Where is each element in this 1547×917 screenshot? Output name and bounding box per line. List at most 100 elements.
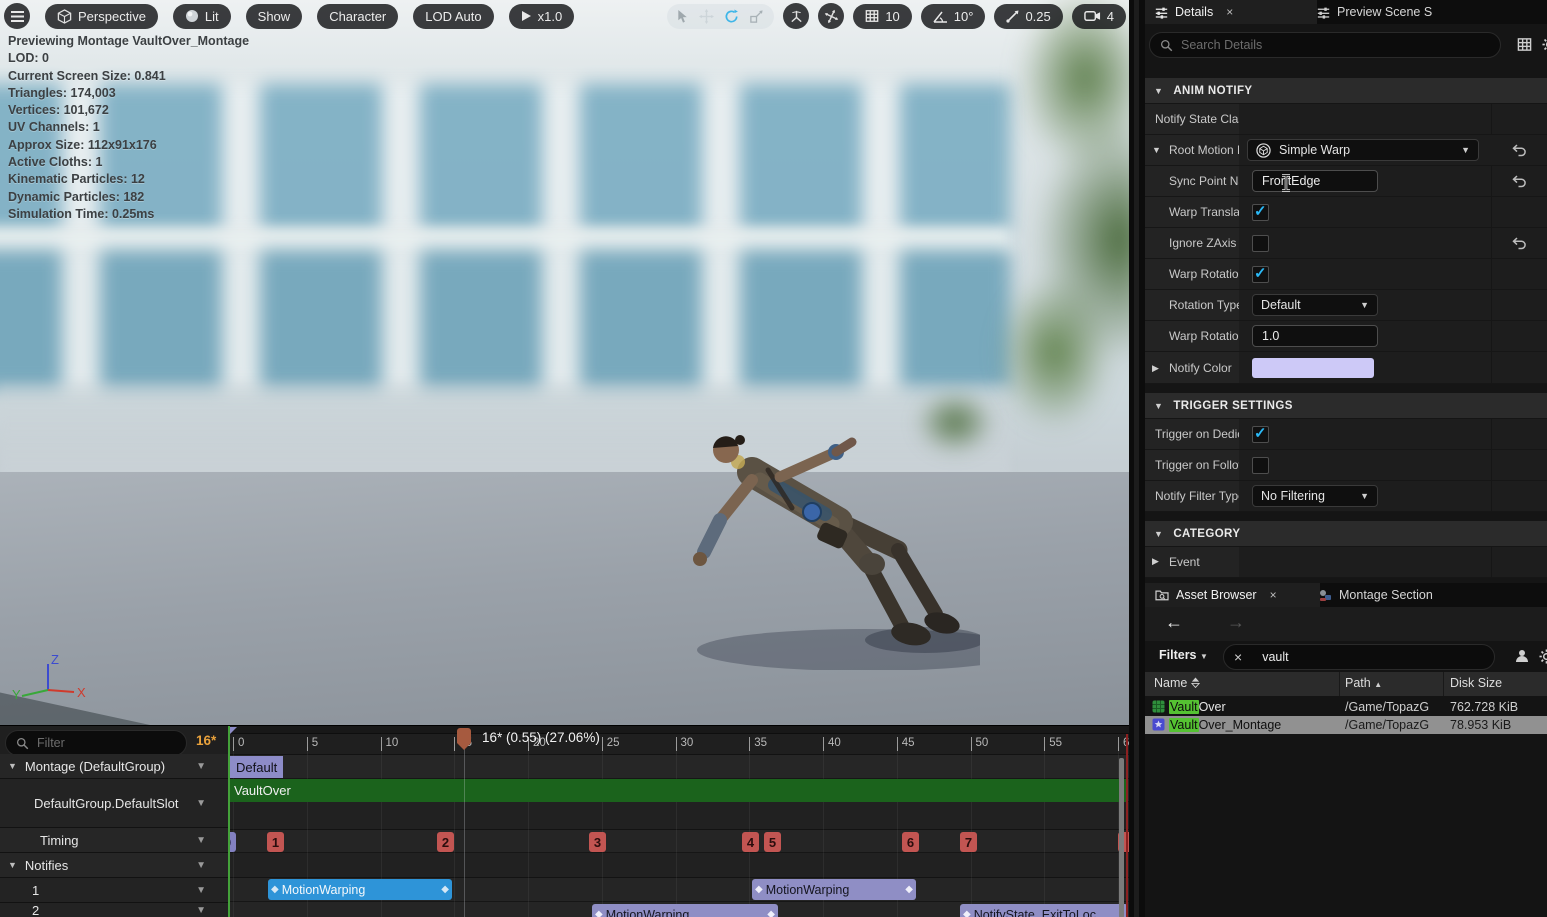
timeline-ruler[interactable]: 051015202530354045505560 bbox=[228, 734, 1129, 755]
timing-marker-7[interactable]: 7 bbox=[960, 832, 977, 852]
playhead-line bbox=[464, 734, 465, 917]
column-header-path[interactable]: Path ▲ bbox=[1345, 676, 1382, 690]
tab-montage-section[interactable]: Montage Section bbox=[1308, 583, 1488, 607]
notify-state-class-value[interactable] bbox=[1239, 104, 1492, 134]
viewport-canvas[interactable]: Previewing Montage VaultOver_Montage LOD… bbox=[0, 0, 1129, 725]
move-tool-icon[interactable] bbox=[699, 9, 714, 24]
dropdown-caret-icon[interactable]: ▼ bbox=[196, 905, 206, 916]
lit-dropdown[interactable]: Lit bbox=[173, 4, 231, 29]
timeline-scrollbar[interactable] bbox=[1119, 758, 1124, 917]
dropdown-caret-icon[interactable]: ▼ bbox=[196, 761, 206, 772]
reset-root-motion-button[interactable] bbox=[1512, 144, 1527, 157]
scale-tool-icon[interactable] bbox=[749, 9, 764, 24]
track-montage-group[interactable]: ▼ Montage (DefaultGroup)▼ bbox=[0, 754, 228, 779]
panel-divider[interactable] bbox=[1129, 0, 1145, 917]
chevron-down-icon[interactable]: ▼ bbox=[8, 860, 17, 870]
diamond-handle-icon[interactable]: ◆ bbox=[441, 884, 449, 895]
grid-snap-button[interactable]: 10 bbox=[853, 4, 911, 29]
track-default-slot[interactable]: DefaultGroup.DefaultSlot▼ bbox=[0, 779, 228, 828]
notify-motion-warping-purple-1[interactable]: ◆ MotionWarping ◆ bbox=[752, 879, 916, 900]
warp-rotation-multiplier-field[interactable]: 1.0 bbox=[1252, 325, 1378, 347]
asset-search-input[interactable]: × vault bbox=[1223, 644, 1495, 670]
coordinate-space-button[interactable] bbox=[783, 3, 809, 29]
select-tool-icon[interactable] bbox=[677, 9, 689, 24]
rotate-tool-icon[interactable] bbox=[724, 9, 739, 24]
section-trigger-settings[interactable]: ▼TRIGGER SETTINGS bbox=[1145, 393, 1547, 418]
montage-section-row[interactable] bbox=[228, 755, 1129, 779]
filters-dropdown[interactable]: Filters ▼ bbox=[1159, 648, 1208, 662]
asset-settings-gear-icon[interactable] bbox=[1539, 649, 1547, 664]
chevron-right-icon[interactable]: ▶ bbox=[1152, 556, 1159, 567]
character-dropdown[interactable]: Character bbox=[317, 4, 398, 29]
details-settings-gear-icon[interactable] bbox=[1542, 37, 1547, 52]
warp-translation-checkbox[interactable] bbox=[1252, 204, 1269, 221]
reset-sync-point-button[interactable] bbox=[1512, 175, 1527, 188]
show-dropdown[interactable]: Show bbox=[246, 4, 303, 29]
column-header-disk-size[interactable]: Disk Size bbox=[1450, 676, 1502, 690]
timing-marker-5[interactable]: 5 bbox=[764, 832, 781, 852]
lod-auto-dropdown[interactable]: LOD Auto bbox=[413, 4, 493, 29]
ignore-z-axis-checkbox[interactable] bbox=[1252, 235, 1269, 252]
clear-search-icon[interactable]: × bbox=[1234, 649, 1242, 665]
track-notify-1[interactable]: 1▼ bbox=[0, 878, 228, 903]
column-header-name[interactable]: Name bbox=[1154, 676, 1200, 690]
viewport-menu-button[interactable] bbox=[4, 3, 30, 29]
timing-marker-2[interactable]: 2 bbox=[437, 832, 454, 852]
tab-preview-scene[interactable]: Preview Scene S bbox=[1307, 0, 1487, 24]
camera-speed-button[interactable]: 4 bbox=[1072, 4, 1126, 29]
asset-row-vaultover[interactable]: VaultOver /Game/TopazG 762.728 KiB bbox=[1145, 698, 1547, 716]
timeline-filter-input[interactable]: Filter bbox=[5, 730, 187, 756]
dropdown-caret-icon[interactable]: ▼ bbox=[196, 885, 206, 896]
diamond-handle-icon[interactable]: ◆ bbox=[271, 884, 279, 895]
root-motion-modifier-dropdown[interactable]: Simple Warp ▼ bbox=[1247, 139, 1479, 161]
notify-motion-warping-blue[interactable]: ◆ MotionWarping ◆ bbox=[268, 879, 452, 900]
warp-rotation-checkbox[interactable] bbox=[1252, 266, 1269, 283]
notify-color-swatch[interactable] bbox=[1252, 358, 1374, 378]
asset-row-vaultover-montage-selected[interactable]: VaultOver_Montage /Game/TopazG 78.953 Ki… bbox=[1145, 716, 1547, 734]
diamond-handle-icon[interactable]: ◆ bbox=[905, 884, 913, 895]
dropdown-caret-icon[interactable]: ▼ bbox=[196, 860, 206, 871]
tab-details-close-icon[interactable]: × bbox=[1226, 5, 1233, 19]
slot-track-segment[interactable]: VaultOver bbox=[230, 779, 1127, 802]
reset-ignore-z-button[interactable] bbox=[1512, 237, 1527, 250]
diamond-handle-icon[interactable]: ◆ bbox=[755, 884, 763, 895]
dropdown-caret-icon[interactable]: ▼ bbox=[196, 798, 206, 809]
tab-asset-browser[interactable]: Asset Browser × bbox=[1145, 583, 1320, 607]
rotation-type-dropdown[interactable]: Default▼ bbox=[1252, 294, 1378, 316]
tab-asset-browser-close-icon[interactable]: × bbox=[1270, 588, 1277, 602]
rotation-snap-button[interactable]: 10° bbox=[921, 4, 986, 29]
details-search-input[interactable]: Search Details bbox=[1149, 32, 1501, 58]
back-arrow-icon[interactable]: ← bbox=[1165, 612, 1183, 633]
chevron-right-icon[interactable]: ▶ bbox=[1152, 363, 1159, 374]
perspective-dropdown[interactable]: Perspective bbox=[45, 4, 158, 29]
track-notify-2[interactable]: 2▼ bbox=[0, 903, 228, 917]
trigger-on-dedicated-checkbox[interactable] bbox=[1252, 426, 1269, 443]
diamond-handle-icon[interactable]: ◆ bbox=[595, 909, 603, 917]
montage-section-default[interactable]: Default bbox=[230, 756, 283, 778]
trigger-on-follower-checkbox[interactable] bbox=[1252, 457, 1269, 474]
tab-details[interactable]: Details × bbox=[1145, 0, 1317, 24]
timing-marker-6[interactable]: 6 bbox=[902, 832, 919, 852]
details-view-options-icon[interactable] bbox=[1517, 37, 1532, 52]
diamond-handle-icon[interactable]: ◆ bbox=[767, 909, 775, 917]
diamond-handle-icon[interactable]: ◆ bbox=[963, 909, 971, 917]
timing-marker-1[interactable]: 1 bbox=[267, 832, 284, 852]
scale-snap-button[interactable]: 0.25 bbox=[994, 4, 1062, 29]
dropdown-caret-icon[interactable]: ▼ bbox=[196, 835, 206, 846]
track-timing[interactable]: Timing▼ bbox=[0, 828, 228, 853]
notify-motion-warping-purple-2[interactable]: ◆ MotionWarping ◆ bbox=[592, 904, 778, 917]
chevron-down-icon[interactable]: ▼ bbox=[8, 761, 17, 771]
timing-marker-4[interactable]: 4 bbox=[742, 832, 759, 852]
person-icon[interactable] bbox=[1515, 649, 1529, 663]
playback-speed-button[interactable]: x1.0 bbox=[509, 4, 575, 29]
chevron-down-icon[interactable]: ▼ bbox=[1152, 145, 1161, 155]
notify-filter-type-dropdown[interactable]: No Filtering▼ bbox=[1252, 485, 1378, 507]
forward-arrow-icon[interactable]: → bbox=[1227, 612, 1245, 633]
section-category[interactable]: ▼CATEGORY bbox=[1145, 521, 1547, 546]
notify-state-exit-to-loc[interactable]: ◆ NotifyState_ExitToLoc bbox=[960, 904, 1128, 917]
sync-point-name-field[interactable]: FrontEdge bbox=[1252, 170, 1378, 192]
track-notifies[interactable]: ▼ Notifies▼ bbox=[0, 853, 228, 878]
timing-marker-3[interactable]: 3 bbox=[589, 832, 606, 852]
section-anim-notify[interactable]: ▼ANIM NOTIFY bbox=[1145, 78, 1547, 103]
surface-snap-button[interactable] bbox=[818, 3, 844, 29]
